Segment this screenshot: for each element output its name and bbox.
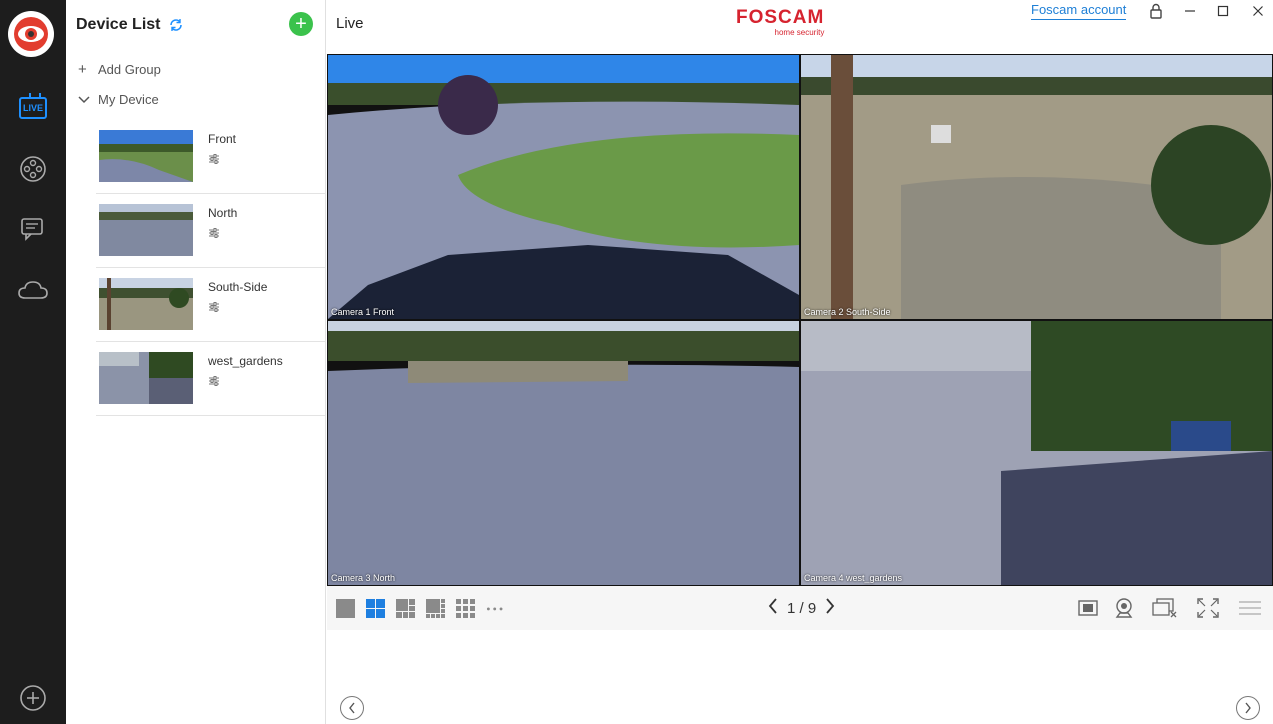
layout-4-icon[interactable] (366, 599, 385, 618)
menu-button[interactable] (1237, 596, 1263, 620)
device-name: Front (208, 132, 237, 146)
camera-view-3[interactable]: Camera 3 North (328, 321, 799, 585)
camera-feed-image (801, 321, 1272, 585)
maximize-icon (1217, 5, 1229, 17)
brand-tagline: home security (774, 28, 825, 37)
device-thumbnail (99, 130, 193, 182)
live-view-grid: Camera 1 Front Camera 2 South-Side Camer… (327, 54, 1273, 586)
camera-label: Camera 3 North (331, 573, 396, 583)
device-list-panel: Device List + + Add Group My Device Fron… (66, 0, 326, 724)
camera-feed-image (328, 321, 799, 585)
add-group-label: Add Group (98, 61, 161, 77)
device-item-south-side[interactable]: South-Side (96, 268, 325, 342)
nav-add[interactable] (0, 678, 66, 718)
camera-eye-icon (14, 17, 48, 51)
collapse-right-button[interactable] (1236, 696, 1260, 720)
chevron-right-icon (1245, 702, 1251, 714)
foscam-app: LIVE Device List + + Add Group My Device… (0, 0, 1273, 724)
cloud-icon (18, 281, 48, 299)
message-icon (21, 218, 43, 241)
maximize-button[interactable] (1212, 2, 1234, 20)
device-thumbnail (99, 204, 193, 256)
ptz-camera-button[interactable] (1111, 596, 1137, 620)
device-list-title: Device List (76, 16, 161, 33)
settings-sliders-icon[interactable] (208, 301, 220, 313)
foscam-account-link[interactable]: Foscam account (1031, 2, 1127, 20)
layout-8-icon[interactable] (426, 599, 445, 618)
brand-logo: FOSCAM home security (736, 7, 825, 38)
camera-view-4[interactable]: Camera 4 west_gardens (801, 321, 1272, 585)
settings-sliders-icon[interactable] (208, 153, 220, 165)
device-list-header: Device List + (66, 0, 325, 50)
refresh-icon[interactable] (168, 17, 184, 33)
page-title: Live (336, 15, 364, 32)
nav-playback[interactable] (0, 149, 66, 189)
add-device-button[interactable]: + (289, 12, 313, 36)
device-item-front[interactable]: Front (96, 120, 325, 194)
device-item-north[interactable]: North (96, 194, 325, 268)
page-navigator: 1 / 9 (763, 598, 840, 618)
app-logo (8, 11, 54, 57)
webcam-icon (1115, 598, 1133, 618)
nav-messages[interactable] (0, 209, 66, 249)
brand-name: FOSCAM (736, 7, 825, 28)
add-group-button[interactable]: + Add Group (66, 54, 325, 84)
settings-sliders-icon[interactable] (208, 375, 220, 387)
camera-label: Camera 4 west_gardens (804, 573, 903, 583)
device-name: South-Side (208, 280, 268, 294)
chevron-down-icon (78, 91, 98, 108)
nav-cloud[interactable] (0, 270, 66, 310)
my-device-label: My Device (98, 91, 159, 107)
camera-label: Camera 1 Front (331, 307, 395, 317)
my-device-group[interactable]: My Device (66, 84, 325, 114)
camera-feed-image (801, 55, 1272, 319)
minimize-icon (1185, 10, 1195, 12)
camera-view-2[interactable]: Camera 2 South-Side (801, 55, 1272, 319)
settings-sliders-icon[interactable] (208, 227, 220, 239)
camera-label: Camera 2 South-Side (804, 307, 891, 317)
chevron-right-icon (826, 598, 835, 614)
camera-feed-image (328, 55, 799, 319)
camera-view-1[interactable]: Camera 1 Front (328, 55, 799, 319)
next-page-button[interactable] (820, 598, 840, 618)
fullscreen-button[interactable] (1195, 596, 1221, 620)
minimize-button[interactable] (1179, 2, 1201, 20)
nav-rail: LIVE (0, 0, 66, 724)
prev-page-button[interactable] (763, 598, 783, 618)
chevron-left-icon (349, 702, 355, 714)
stop-all-button[interactable] (1075, 596, 1101, 620)
plus-icon: + (78, 60, 87, 78)
close-icon (1253, 6, 1263, 16)
multi-window-close-icon (1152, 598, 1177, 618)
stop-square-icon (1078, 600, 1098, 616)
fullscreen-icon (1197, 598, 1219, 618)
device-name: North (208, 206, 238, 220)
live-tv-icon: LIVE (19, 93, 47, 119)
nav-live[interactable]: LIVE (0, 88, 66, 128)
live-label: LIVE (22, 103, 43, 113)
chevron-left-icon (768, 598, 777, 614)
lock-button[interactable] (1145, 2, 1167, 20)
view-controls-bar: 1 / 9 (327, 586, 1273, 630)
plus-circle-icon (20, 685, 46, 711)
device-item-west-gardens[interactable]: west_gardens (96, 342, 325, 416)
lock-icon (1150, 3, 1162, 19)
collapse-left-button[interactable] (340, 696, 364, 720)
device-thumbnail (99, 278, 193, 330)
close-all-windows-button[interactable] (1152, 596, 1178, 620)
layout-9-icon[interactable] (456, 599, 475, 618)
lower-panel (327, 630, 1273, 724)
layout-1-icon[interactable] (336, 599, 355, 618)
hamburger-menu-icon (1239, 601, 1261, 615)
top-bar: Live FOSCAM home security Foscam account (326, 0, 1273, 54)
layout-6-icon[interactable] (396, 599, 415, 618)
page-indicator: 1 / 9 (787, 599, 817, 617)
device-thumbnail (99, 352, 193, 404)
film-reel-icon (20, 156, 46, 182)
close-button[interactable] (1247, 2, 1269, 20)
device-name: west_gardens (208, 354, 283, 368)
more-layouts-icon[interactable] (486, 599, 505, 618)
